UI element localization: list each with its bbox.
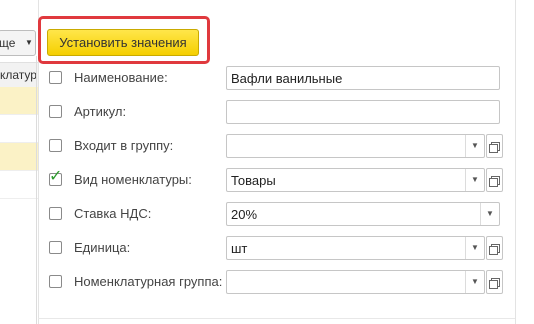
- more-menu-label: ще: [0, 36, 16, 50]
- bottom-divider: [38, 318, 515, 319]
- dropdown-arrow-icon[interactable]: ▼: [465, 135, 484, 157]
- vat-label: Ставка НДС:: [74, 206, 152, 221]
- left-list-panel: ще ▼ клатур: [0, 0, 39, 324]
- unit-label: Единица:: [74, 240, 131, 255]
- field-row-vat: Ставка НДС: 20% ▼: [48, 202, 508, 226]
- field-row-name: Наименование: Вафли ванильные: [48, 66, 508, 90]
- field-row-type: ✓ Вид номенклатуры: Товары ▼: [48, 168, 508, 192]
- nomenclature-group-label: Номенклатурная группа:: [74, 274, 223, 289]
- list-row[interactable]: [0, 115, 38, 143]
- list-row[interactable]: [0, 143, 38, 171]
- dropdown-arrow-icon[interactable]: ▼: [465, 169, 484, 191]
- name-checkbox[interactable]: [49, 71, 62, 84]
- list-column-header[interactable]: клатур: [0, 62, 38, 88]
- type-label: Вид номенклатуры:: [74, 172, 192, 187]
- type-select[interactable]: Товары ▼: [226, 168, 485, 192]
- unit-open-button[interactable]: [486, 236, 503, 260]
- chevron-down-icon: ▼: [25, 38, 33, 47]
- nomenclature-group-checkbox[interactable]: [49, 275, 62, 288]
- group-checkbox[interactable]: [49, 139, 62, 152]
- vat-select[interactable]: 20% ▼: [226, 202, 500, 226]
- unit-select[interactable]: шт ▼: [226, 236, 485, 260]
- name-label: Наименование:: [74, 70, 168, 85]
- set-values-button[interactable]: Установить значения: [47, 29, 199, 56]
- vat-checkbox[interactable]: [49, 207, 62, 220]
- panel-splitter[interactable]: [36, 56, 37, 324]
- vat-value: 20%: [231, 207, 258, 222]
- group-open-button[interactable]: [486, 134, 503, 158]
- dropdown-arrow-icon[interactable]: ▼: [465, 271, 484, 293]
- field-row-nomenclature-group: Номенклатурная группа: ▼: [48, 270, 508, 294]
- name-input[interactable]: Вафли ванильные: [226, 66, 500, 90]
- check-mark-icon: ✓: [49, 168, 63, 185]
- list-row[interactable]: [0, 171, 38, 199]
- nomenclature-group-select[interactable]: ▼: [226, 270, 485, 294]
- type-checkbox[interactable]: ✓: [49, 168, 62, 186]
- type-value: Товары: [231, 173, 276, 188]
- more-menu-button[interactable]: ще ▼: [0, 30, 36, 56]
- group-label: Входит в группу:: [74, 138, 174, 153]
- list-row[interactable]: [0, 87, 38, 115]
- unit-checkbox[interactable]: [49, 241, 62, 254]
- name-value: Вафли ванильные: [231, 71, 343, 86]
- nomenclature-group-open-button[interactable]: [486, 270, 503, 294]
- dropdown-arrow-icon[interactable]: ▼: [480, 203, 499, 225]
- type-open-button[interactable]: [486, 168, 503, 192]
- unit-value: шт: [231, 241, 248, 256]
- field-row-unit: Единица: шт ▼: [48, 236, 508, 260]
- dropdown-arrow-icon[interactable]: ▼: [465, 237, 484, 259]
- field-row-article: Артикул:: [48, 100, 508, 124]
- field-row-group: Входит в группу: ▼: [48, 134, 508, 158]
- right-divider: [515, 0, 516, 324]
- article-input[interactable]: [226, 100, 500, 124]
- group-select[interactable]: ▼: [226, 134, 485, 158]
- article-label: Артикул:: [74, 104, 127, 119]
- article-checkbox[interactable]: [49, 105, 62, 118]
